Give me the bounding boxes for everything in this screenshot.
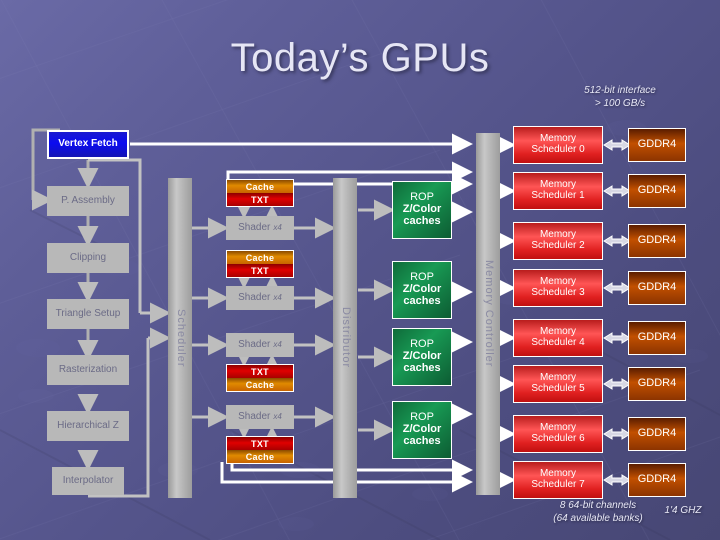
rop-block-2[interactable]: ROP Z/Color caches (392, 261, 452, 319)
memory-scheduler-6[interactable]: Memory Scheduler 6 (513, 415, 603, 453)
memory-scheduler-6-line2: Scheduler 6 (531, 433, 585, 444)
slide-canvas: Today’s GPUs 512-bit interface > 100 GB/… (0, 0, 720, 540)
shader-mult-2: x4 (273, 292, 282, 302)
rop-block-3[interactable]: ROP Z/Color caches (392, 328, 452, 386)
txt-cache-block-3[interactable]: TXT Cache (226, 364, 294, 392)
interface-annotation-line1: 512-bit interface (584, 85, 656, 96)
memory-controller-label: Memory Controller (482, 260, 495, 368)
gddr4-3[interactable]: GDDR4 (628, 271, 686, 305)
gddr4-2[interactable]: GDDR4 (628, 224, 686, 258)
memory-scheduler-0-line2: Scheduler 0 (531, 144, 585, 155)
shader-block-1[interactable]: Shader x4 (226, 216, 294, 240)
clock-annotation: 1'4 GHZ (664, 505, 702, 516)
gddr4-0-label: GDDR4 (637, 138, 677, 151)
stage-interpolator[interactable]: Interpolator (52, 467, 124, 495)
stage-clipping-label: Clipping (69, 251, 107, 263)
memory-scheduler-2-line2: Scheduler 2 (531, 240, 585, 251)
stage-rasterization-label: Rasterization (58, 363, 118, 375)
shader-label-3: Shader (238, 338, 271, 350)
gddr4-4-label: GDDR4 (637, 331, 677, 344)
txt-label-4: TXT (227, 437, 293, 450)
gddr4-1-label: GDDR4 (637, 184, 677, 197)
shader-block-4[interactable]: Shader x4 (226, 405, 294, 429)
shader-label-2: Shader (238, 291, 271, 303)
stage-triangle-setup-label: Triangle Setup (55, 307, 121, 319)
cache-txt-block-2[interactable]: Cache TXT (226, 250, 294, 278)
shader-mult-1: x4 (273, 222, 282, 232)
shader-mult-4: x4 (273, 411, 282, 421)
cache-label-1: Cache (227, 180, 293, 193)
memory-scheduler-2[interactable]: Memory Scheduler 2 (513, 222, 603, 260)
gddr4-6-label: GDDR4 (637, 427, 677, 440)
memory-scheduler-3[interactable]: Memory Scheduler 3 (513, 269, 603, 307)
rop-line3-1: caches (403, 214, 441, 227)
stage-rasterization[interactable]: Rasterization (47, 355, 129, 385)
interface-annotation: 512-bit interface > 100 GB/s (545, 85, 695, 110)
distributor-bar[interactable]: Distributor (333, 178, 357, 498)
txt-label-2: TXT (227, 264, 293, 277)
rop-line3-2: caches (403, 294, 441, 307)
stage-vertex-fetch[interactable]: Vertex Fetch (47, 130, 129, 159)
shader-block-2[interactable]: Shader x4 (226, 286, 294, 310)
memory-scheduler-7[interactable]: Memory Scheduler 7 (513, 461, 603, 499)
rop-block-4[interactable]: ROP Z/Color caches (392, 401, 452, 459)
gddr4-2-label: GDDR4 (637, 234, 677, 247)
memory-scheduler-7-line2: Scheduler 7 (531, 479, 585, 490)
stage-hierarchical-z[interactable]: Hierarchical Z (47, 411, 129, 441)
gddr4-7-label: GDDR4 (637, 473, 677, 486)
rop-line3-4: caches (403, 434, 441, 447)
rop-line3-3: caches (403, 361, 441, 374)
memory-scheduler-1[interactable]: Memory Scheduler 1 (513, 172, 603, 210)
cache-label-2: Cache (227, 251, 293, 264)
stage-p-assembly[interactable]: P. Assembly (47, 186, 129, 216)
memory-scheduler-3-line2: Scheduler 3 (531, 287, 585, 298)
gddr4-6[interactable]: GDDR4 (628, 417, 686, 451)
scheduler-label: Scheduler (174, 308, 187, 368)
shader-label-4: Shader (238, 410, 271, 422)
memory-scheduler-4[interactable]: Memory Scheduler 4 (513, 319, 603, 357)
gddr4-5[interactable]: GDDR4 (628, 367, 686, 401)
memory-scheduler-5-line2: Scheduler 5 (531, 383, 585, 394)
memory-scheduler-4-line2: Scheduler 4 (531, 337, 585, 348)
stage-p-assembly-label: P. Assembly (61, 194, 115, 206)
shader-mult-3: x4 (273, 339, 282, 349)
memory-scheduler-1-line2: Scheduler 1 (531, 190, 585, 201)
rop-block-1[interactable]: ROP Z/Color caches (392, 181, 452, 239)
gddr4-3-label: GDDR4 (637, 281, 677, 294)
gddr4-4[interactable]: GDDR4 (628, 321, 686, 355)
stage-clipping[interactable]: Clipping (47, 243, 129, 273)
memory-controller-bar[interactable]: Memory Controller (476, 133, 500, 495)
shader-label-1: Shader (238, 221, 271, 233)
page-title: Today’s GPUs (230, 36, 490, 80)
scheduler-bar[interactable]: Scheduler (168, 178, 192, 498)
txt-label-1: TXT (227, 193, 293, 206)
gddr4-0[interactable]: GDDR4 (628, 128, 686, 162)
gddr4-5-label: GDDR4 (637, 377, 677, 390)
stage-triangle-setup[interactable]: Triangle Setup (47, 299, 129, 329)
stage-vertex-fetch-label: Vertex Fetch (58, 138, 118, 150)
interface-annotation-line2: > 100 GB/s (594, 97, 646, 109)
memory-scheduler-5[interactable]: Memory Scheduler 5 (513, 365, 603, 403)
shader-block-3[interactable]: Shader x4 (226, 333, 294, 357)
stage-hierarchical-z-label: Hierarchical Z (57, 419, 119, 431)
cache-label-4: Cache (227, 450, 293, 463)
distributor-label: Distributor (339, 307, 352, 369)
txt-cache-block-4[interactable]: TXT Cache (226, 436, 294, 464)
memory-scheduler-0[interactable]: Memory Scheduler 0 (513, 126, 603, 164)
gddr4-1[interactable]: GDDR4 (628, 174, 686, 208)
stage-interpolator-label: Interpolator (62, 474, 114, 486)
txt-label-3: TXT (227, 365, 293, 378)
cache-label-3: Cache (227, 378, 293, 391)
gddr4-7[interactable]: GDDR4 (628, 463, 686, 497)
cache-txt-block-1[interactable]: Cache TXT (226, 179, 294, 207)
